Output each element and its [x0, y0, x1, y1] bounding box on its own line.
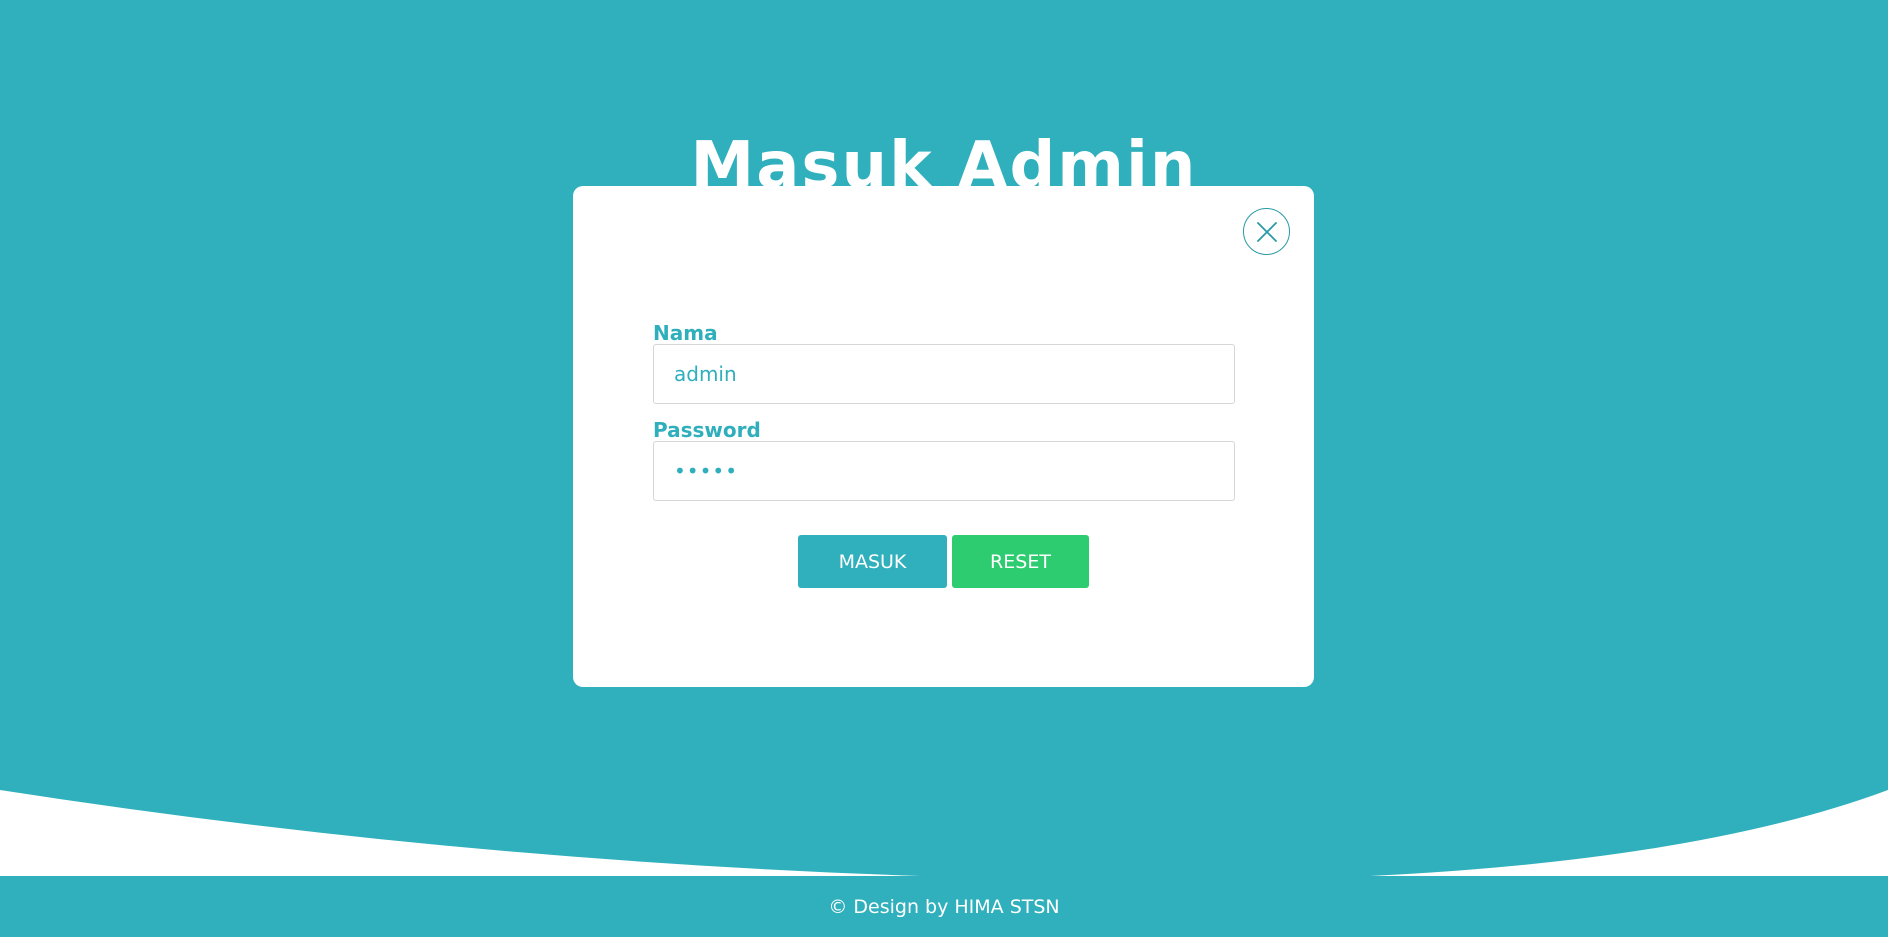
- name-input[interactable]: [653, 344, 1235, 404]
- reset-button[interactable]: RESET: [952, 535, 1089, 588]
- footer: © Design by HIMA STSN: [0, 876, 1888, 937]
- name-label: Nama: [653, 321, 718, 345]
- login-card: Nama Password MASUK RESET: [573, 186, 1314, 687]
- password-label: Password: [653, 418, 761, 442]
- submit-button[interactable]: MASUK: [798, 535, 947, 588]
- close-button[interactable]: [1243, 208, 1290, 255]
- close-icon: [1256, 221, 1277, 242]
- password-input[interactable]: [653, 441, 1235, 501]
- footer-text: © Design by HIMA STSN: [828, 895, 1060, 918]
